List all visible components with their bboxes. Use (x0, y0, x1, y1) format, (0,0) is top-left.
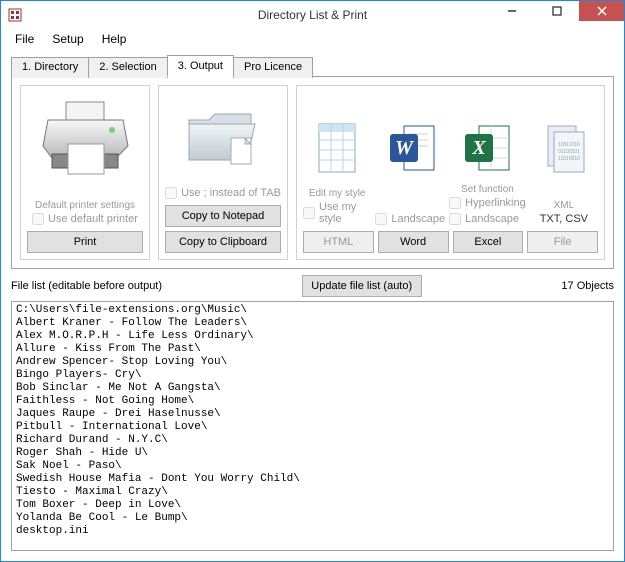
edit-style-label: Edit my style (309, 188, 366, 199)
default-printer-label: Default printer settings (35, 200, 135, 211)
word-col: Landscape (375, 184, 445, 227)
printer-icon (38, 92, 133, 184)
export-icons-row: W X (303, 92, 598, 184)
hyperlinking-checkbox[interactable]: Hyperlinking (449, 197, 526, 209)
menubar: File Setup Help (1, 29, 624, 49)
close-button[interactable] (579, 1, 624, 21)
print-button[interactable]: Print (27, 231, 143, 253)
file-button[interactable]: File (527, 231, 598, 253)
minimize-button[interactable] (489, 1, 534, 21)
xml-label: XML (554, 200, 575, 211)
print-group: Default printer settings Use default pri… (20, 85, 150, 260)
svg-text:X: X (471, 137, 486, 159)
app-icon (7, 7, 23, 23)
txtcsv-label: TXT, CSV (540, 213, 588, 225)
use-my-style-checkbox[interactable]: Use my style (303, 201, 371, 225)
tab-selection[interactable]: 2. Selection (88, 57, 167, 78)
menu-setup[interactable]: Setup (44, 30, 91, 48)
html-col: Edit my style Use my style (303, 184, 371, 227)
content: 1. Directory 2. Selection 3. Output Pro … (1, 49, 624, 561)
update-filelist-button[interactable]: Update file list (auto) (302, 275, 422, 297)
copy-clipboard-button[interactable]: Copy to Clipboard (165, 231, 281, 253)
copy-group: Use ; instead of TAB Copy to Notepad Cop… (158, 85, 288, 260)
object-count: 17 Objects (561, 280, 614, 292)
folder-icon (181, 92, 266, 184)
export-group: W X (296, 85, 605, 260)
menu-help[interactable]: Help (94, 30, 135, 48)
tab-prolicence[interactable]: Pro Licence (233, 57, 313, 78)
svg-text:10011010: 10011010 (558, 142, 580, 148)
file-icon: 10011010 01100101 11010010 (533, 114, 593, 184)
svg-text:01100101: 01100101 (558, 149, 580, 155)
excel-icon: X (458, 114, 518, 184)
export-options-row: Edit my style Use my style Landscape (303, 184, 598, 227)
filelist-header: File list (editable before output) Updat… (11, 275, 614, 297)
word-button[interactable]: Word (378, 231, 449, 253)
use-default-printer-checkbox[interactable]: Use default printer (32, 213, 138, 225)
file-col: XML TXT, CSV (530, 184, 598, 227)
svg-text:11010010: 11010010 (558, 156, 580, 162)
html-button[interactable]: HTML (303, 231, 374, 253)
output-panel: Default printer settings Use default pri… (11, 76, 614, 269)
filelist-textarea[interactable]: C:\Users\file-extensions.org\Music\ Albe… (11, 301, 614, 551)
maximize-button[interactable] (534, 1, 579, 21)
tab-directory[interactable]: 1. Directory (11, 57, 89, 78)
svg-text:W: W (395, 137, 414, 159)
word-landscape-checkbox[interactable]: Landscape (375, 213, 445, 225)
window-controls (489, 1, 624, 29)
tabstrip: 1. Directory 2. Selection 3. Output Pro … (11, 55, 614, 76)
set-function-label: Set function (461, 184, 514, 195)
excel-landscape-checkbox[interactable]: Landscape (449, 213, 526, 225)
excel-col: Set function Hyperlinking Landscape (449, 184, 526, 227)
app-window: Directory List & Print File Setup Help 1… (0, 0, 625, 562)
excel-button[interactable]: Excel (453, 231, 524, 253)
filelist-label: File list (editable before output) (11, 280, 162, 292)
copy-notepad-button[interactable]: Copy to Notepad (165, 205, 281, 227)
tab-output[interactable]: 3. Output (167, 55, 234, 77)
menu-file[interactable]: File (7, 30, 42, 48)
word-icon: W (383, 114, 443, 184)
export-buttons-row: HTML Word Excel File (303, 231, 598, 253)
use-semicolon-checkbox[interactable]: Use ; instead of TAB (165, 187, 281, 199)
html-icon (308, 114, 368, 184)
titlebar: Directory List & Print (1, 1, 624, 29)
